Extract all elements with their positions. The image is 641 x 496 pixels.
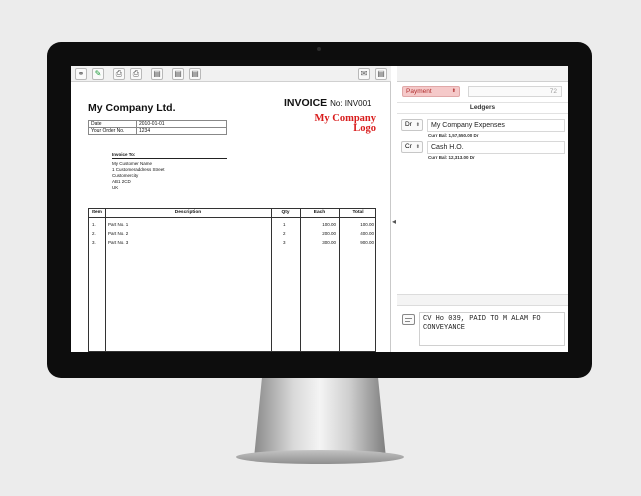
- attach-icon[interactable]: ▤: [375, 68, 387, 80]
- invoice-title: INVOICE: [284, 97, 328, 109]
- invoice-heading: INVOICE No: INV001: [284, 97, 371, 109]
- voucher-type-select[interactable]: Payment ⬍: [402, 86, 460, 97]
- bill-to-line: UK: [112, 185, 119, 190]
- col-header-item: Item: [92, 210, 102, 215]
- voucher-number-field[interactable]: 72: [468, 86, 562, 97]
- row-total: 900.00: [360, 240, 374, 245]
- bill-to-label: Invoice To:: [112, 152, 227, 159]
- drcr-select[interactable]: Cr ⬍: [401, 141, 423, 153]
- monitor-stand-neck: [254, 378, 386, 458]
- col-header-total: Total: [352, 210, 364, 215]
- print-preview-icon[interactable]: ⎙: [130, 68, 142, 80]
- date-row: Date 2010-01-01: [88, 120, 227, 128]
- voucher-pane: Payment ⬍ 72 Ledgers Dr ⬍ My Company Exp…: [397, 66, 568, 352]
- row-description: Part No. 1: [108, 222, 129, 227]
- col-header-description: Description: [174, 210, 202, 215]
- invoice-document: My Company Ltd. INVOICE No: INV001 My Co…: [88, 92, 378, 352]
- row-qty: 3: [283, 240, 286, 245]
- drcr-value: Dr: [405, 121, 412, 128]
- row-description: Part No. 3: [108, 240, 129, 245]
- company-logo: My Company Logo: [296, 113, 376, 134]
- row-item: 1.: [92, 222, 96, 227]
- pin-icon[interactable]: ✎: [92, 68, 104, 80]
- col-header-each: Each: [313, 210, 326, 215]
- ledger-row: Cr ⬍ Cash H.O. Curr Bal: 12,313.00 Dr: [397, 141, 568, 163]
- row-total: 400.00: [360, 231, 374, 236]
- line-items-table: Item Description Qty Each Total 1. Part …: [88, 208, 376, 352]
- date-value: 2010-01-01: [136, 120, 227, 128]
- header-divider: [89, 217, 375, 218]
- logo-line-2: Logo: [353, 123, 376, 134]
- chevron-updown-icon: ⬍: [415, 144, 420, 150]
- bill-to-block: Invoice To: My Customer Name 1 Customera…: [112, 152, 227, 191]
- camera: [317, 47, 321, 51]
- invoice-number: No: INV001: [330, 99, 372, 108]
- ledgers-header: Ledgers: [397, 102, 568, 114]
- order-row: Your Order No. 1234: [88, 127, 227, 135]
- save-icon[interactable]: ▤: [172, 68, 184, 80]
- company-name: My Company Ltd.: [88, 102, 176, 114]
- voucher-toolbar: [397, 66, 568, 82]
- row-total: 100.00: [360, 222, 374, 227]
- row-item: 2.: [92, 231, 96, 236]
- ledger-name-field[interactable]: Cash H.O.: [427, 141, 565, 154]
- order-value: 1234: [136, 127, 227, 135]
- section-divider: [397, 294, 568, 306]
- mail-icon[interactable]: ✉: [358, 68, 370, 80]
- monitor-bezel: ⚭ ✎ ⎙ ⎙ ▤ ▤ ▤ ✉ ▤ My Company Ltd. INVOIC…: [47, 42, 592, 378]
- row-each: 100.00: [322, 222, 336, 227]
- ledger-balance: Curr Bal: 1,57,550.00 Dr: [428, 133, 479, 138]
- row-each: 300.00: [322, 240, 336, 245]
- print-icon[interactable]: ⎙: [113, 68, 125, 80]
- column-divider: [271, 209, 272, 351]
- date-label: Date: [88, 120, 137, 128]
- row-each: 200.00: [322, 231, 336, 236]
- order-label: Your Order No.: [88, 127, 137, 135]
- copy-icon[interactable]: ▤: [189, 68, 201, 80]
- voucher-type-value: Payment: [406, 88, 432, 95]
- narration-field[interactable]: CV Ho 039, PAID TO M ALAM FO CONVEYANCE: [419, 312, 565, 346]
- column-divider: [105, 209, 106, 351]
- row-qty: 2: [283, 231, 286, 236]
- invoice-preview-pane: ⚭ ✎ ⎙ ⎙ ▤ ▤ ▤ ✉ ▤ My Company Ltd. INVOIC…: [71, 66, 391, 352]
- screen: ⚭ ✎ ⎙ ⎙ ▤ ▤ ▤ ✉ ▤ My Company Ltd. INVOIC…: [71, 66, 568, 352]
- drcr-value: Cr: [405, 143, 412, 150]
- export-icon[interactable]: ▤: [151, 68, 163, 80]
- invoice-info-table: Date 2010-01-01 Your Order No. 1234: [88, 120, 227, 135]
- row-item: 3.: [92, 240, 96, 245]
- ledger-name-field[interactable]: My Company Expenses: [427, 119, 565, 132]
- chevron-updown-icon: ⬍: [451, 88, 456, 94]
- link-icon[interactable]: ⚭: [75, 68, 87, 80]
- monitor-stand-base: [236, 450, 404, 464]
- col-header-qty: Qty: [281, 210, 290, 215]
- row-description: Part No. 2: [108, 231, 129, 236]
- ledger-balance: Curr Bal: 12,313.00 Dr: [428, 155, 475, 160]
- ledger-row: Dr ⬍ My Company Expenses Curr Bal: 1,57,…: [397, 119, 568, 141]
- chevron-updown-icon: ⬍: [415, 122, 420, 128]
- row-qty: 1: [283, 222, 286, 227]
- preview-toolbar: ⚭ ✎ ⎙ ⎙ ▤ ▤ ▤ ✉ ▤: [71, 66, 391, 82]
- drcr-select[interactable]: Dr ⬍: [401, 119, 423, 131]
- narration-icon: [402, 314, 415, 325]
